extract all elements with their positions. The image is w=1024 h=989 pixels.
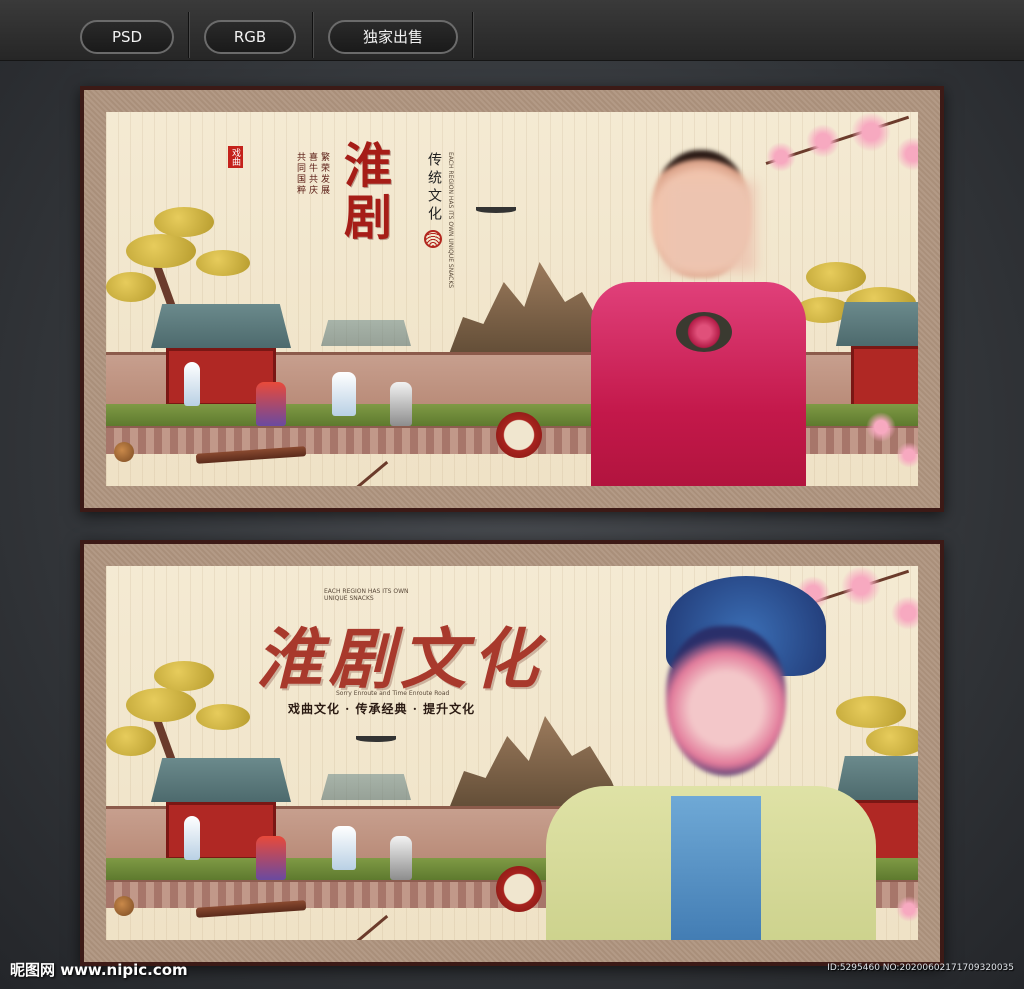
opera-figure bbox=[390, 836, 412, 880]
poster-title: 淮剧 bbox=[335, 140, 391, 244]
pine-tree bbox=[154, 207, 214, 237]
distant-roof bbox=[321, 774, 411, 800]
toolbar-divider bbox=[312, 12, 313, 58]
rgb-color-mode-button[interactable]: RGB bbox=[204, 20, 296, 54]
opera-figure bbox=[332, 826, 356, 870]
plum-blossom bbox=[866, 412, 896, 442]
temple-gate bbox=[851, 346, 918, 408]
temple-roof bbox=[151, 758, 291, 802]
pine-tree bbox=[196, 250, 250, 276]
peony-embroidery bbox=[676, 312, 732, 352]
pipa-instrument bbox=[114, 442, 134, 462]
pine-tree bbox=[154, 661, 214, 691]
temple-roof bbox=[836, 302, 918, 346]
plum-blossom bbox=[896, 896, 918, 922]
nipic-logo[interactable]: 昵图网 www.nipic.com bbox=[10, 959, 188, 980]
pine-tree bbox=[106, 726, 156, 756]
small-caption: Sorry Enroute and Time Enroute Road bbox=[336, 690, 450, 697]
plum-blossom bbox=[851, 112, 891, 152]
plum-blossom bbox=[896, 137, 918, 171]
face-blur bbox=[666, 182, 756, 272]
plum-blossom bbox=[891, 596, 918, 630]
opera-figure bbox=[184, 362, 200, 406]
performer-head bbox=[666, 626, 786, 776]
boat bbox=[356, 736, 396, 742]
temple-roof bbox=[836, 756, 918, 800]
poster-preview-1[interactable]: 戏曲 共同国粹 喜牛共庆 繁荣发展 淮剧 传统文化 EACH REGION HA… bbox=[80, 86, 944, 512]
opera-figure bbox=[256, 382, 286, 426]
pine-tree bbox=[126, 234, 196, 268]
poster-tagline: 传统文化 bbox=[426, 152, 442, 224]
top-toolbar: PSD RGB 独家出售 bbox=[0, 0, 1024, 61]
opera-seal: 戏曲 bbox=[228, 146, 243, 168]
embroidered-collar bbox=[671, 796, 761, 940]
pine-tree bbox=[866, 726, 918, 756]
poster-paper: EACH REGION HAS ITS OWN UNIQUE SNACKS 淮剧… bbox=[106, 566, 918, 940]
poster-subtitle: 戏曲文化 · 传承经典 · 提升文化 bbox=[288, 702, 476, 716]
poster-title: 淮剧文化 bbox=[256, 620, 544, 698]
pine-tree bbox=[106, 272, 156, 302]
opera-figure bbox=[184, 816, 200, 860]
opera-figure bbox=[390, 382, 412, 426]
wave-emblem bbox=[424, 230, 442, 248]
drum bbox=[496, 866, 542, 912]
pine-tree bbox=[806, 262, 866, 292]
boat bbox=[476, 207, 516, 213]
pipa-instrument bbox=[114, 896, 134, 916]
psd-format-button[interactable]: PSD bbox=[80, 20, 174, 54]
pine-tree bbox=[196, 704, 250, 730]
pine-tree bbox=[126, 688, 196, 722]
plum-blossom bbox=[896, 442, 918, 468]
pine-tree bbox=[836, 696, 906, 728]
english-caption: EACH REGION HAS ITS OWN UNIQUE SNACKS bbox=[324, 588, 409, 602]
poster-frame: 戏曲 共同国粹 喜牛共庆 繁荣发展 淮剧 传统文化 EACH REGION HA… bbox=[84, 90, 940, 508]
english-caption: EACH REGION HAS ITS OWN UNIQUE SNACKS bbox=[447, 152, 454, 289]
poster-preview-2[interactable]: EACH REGION HAS ITS OWN UNIQUE SNACKS 淮剧… bbox=[80, 540, 944, 966]
erhu-bow bbox=[325, 914, 389, 940]
drum bbox=[496, 412, 542, 458]
plum-blossom bbox=[806, 124, 840, 158]
opera-figure bbox=[332, 372, 356, 416]
opera-figure bbox=[256, 836, 286, 880]
poster-paper: 戏曲 共同国粹 喜牛共庆 繁荣发展 淮剧 传统文化 EACH REGION HA… bbox=[106, 112, 918, 486]
distant-roof bbox=[321, 320, 411, 346]
toolbar-divider bbox=[472, 12, 473, 58]
temple-roof bbox=[151, 304, 291, 348]
erhu-bow bbox=[325, 460, 389, 486]
poster-frame: EACH REGION HAS ITS OWN UNIQUE SNACKS 淮剧… bbox=[84, 544, 940, 962]
exclusive-sale-button[interactable]: 独家出售 bbox=[328, 20, 458, 54]
toolbar-divider bbox=[188, 12, 189, 58]
image-id-text: ID:5295460 NO:20200602171709320035 bbox=[827, 963, 1014, 973]
plum-blossom bbox=[841, 566, 881, 606]
plum-blossom bbox=[766, 142, 796, 172]
